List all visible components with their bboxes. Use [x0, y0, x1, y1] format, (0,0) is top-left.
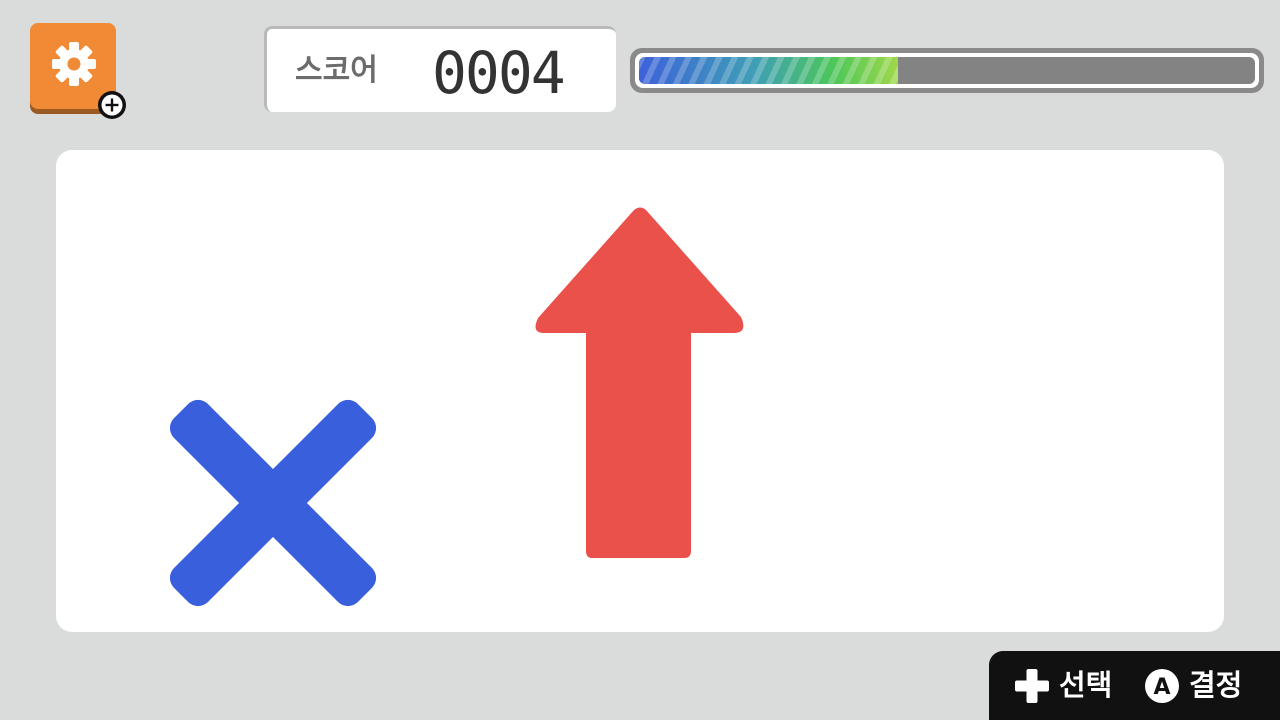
x-mark-icon[interactable]	[168, 398, 378, 608]
progress-track	[639, 57, 1255, 84]
score-panel: 스코어 0004	[264, 26, 616, 112]
plus-circle-icon[interactable]	[97, 90, 127, 120]
a-button-icon: A	[1145, 668, 1179, 703]
arrow-up-icon[interactable]	[534, 207, 746, 559]
dpad-plus-icon	[1015, 668, 1049, 703]
score-label: 스코어	[295, 53, 378, 88]
svg-text:A: A	[1153, 675, 1170, 700]
select-hint: 선택	[1015, 651, 1112, 720]
confirm-label: 결정	[1189, 668, 1243, 702]
score-value: 0004	[432, 39, 566, 107]
progress-bar	[630, 48, 1264, 93]
select-label: 선택	[1059, 668, 1113, 702]
progress-fill	[639, 57, 898, 84]
controls-hint-bar: 선택 A 결정	[989, 651, 1280, 720]
game-stage	[56, 150, 1224, 632]
gear-icon	[52, 42, 96, 86]
confirm-hint: A 결정	[1145, 651, 1242, 720]
